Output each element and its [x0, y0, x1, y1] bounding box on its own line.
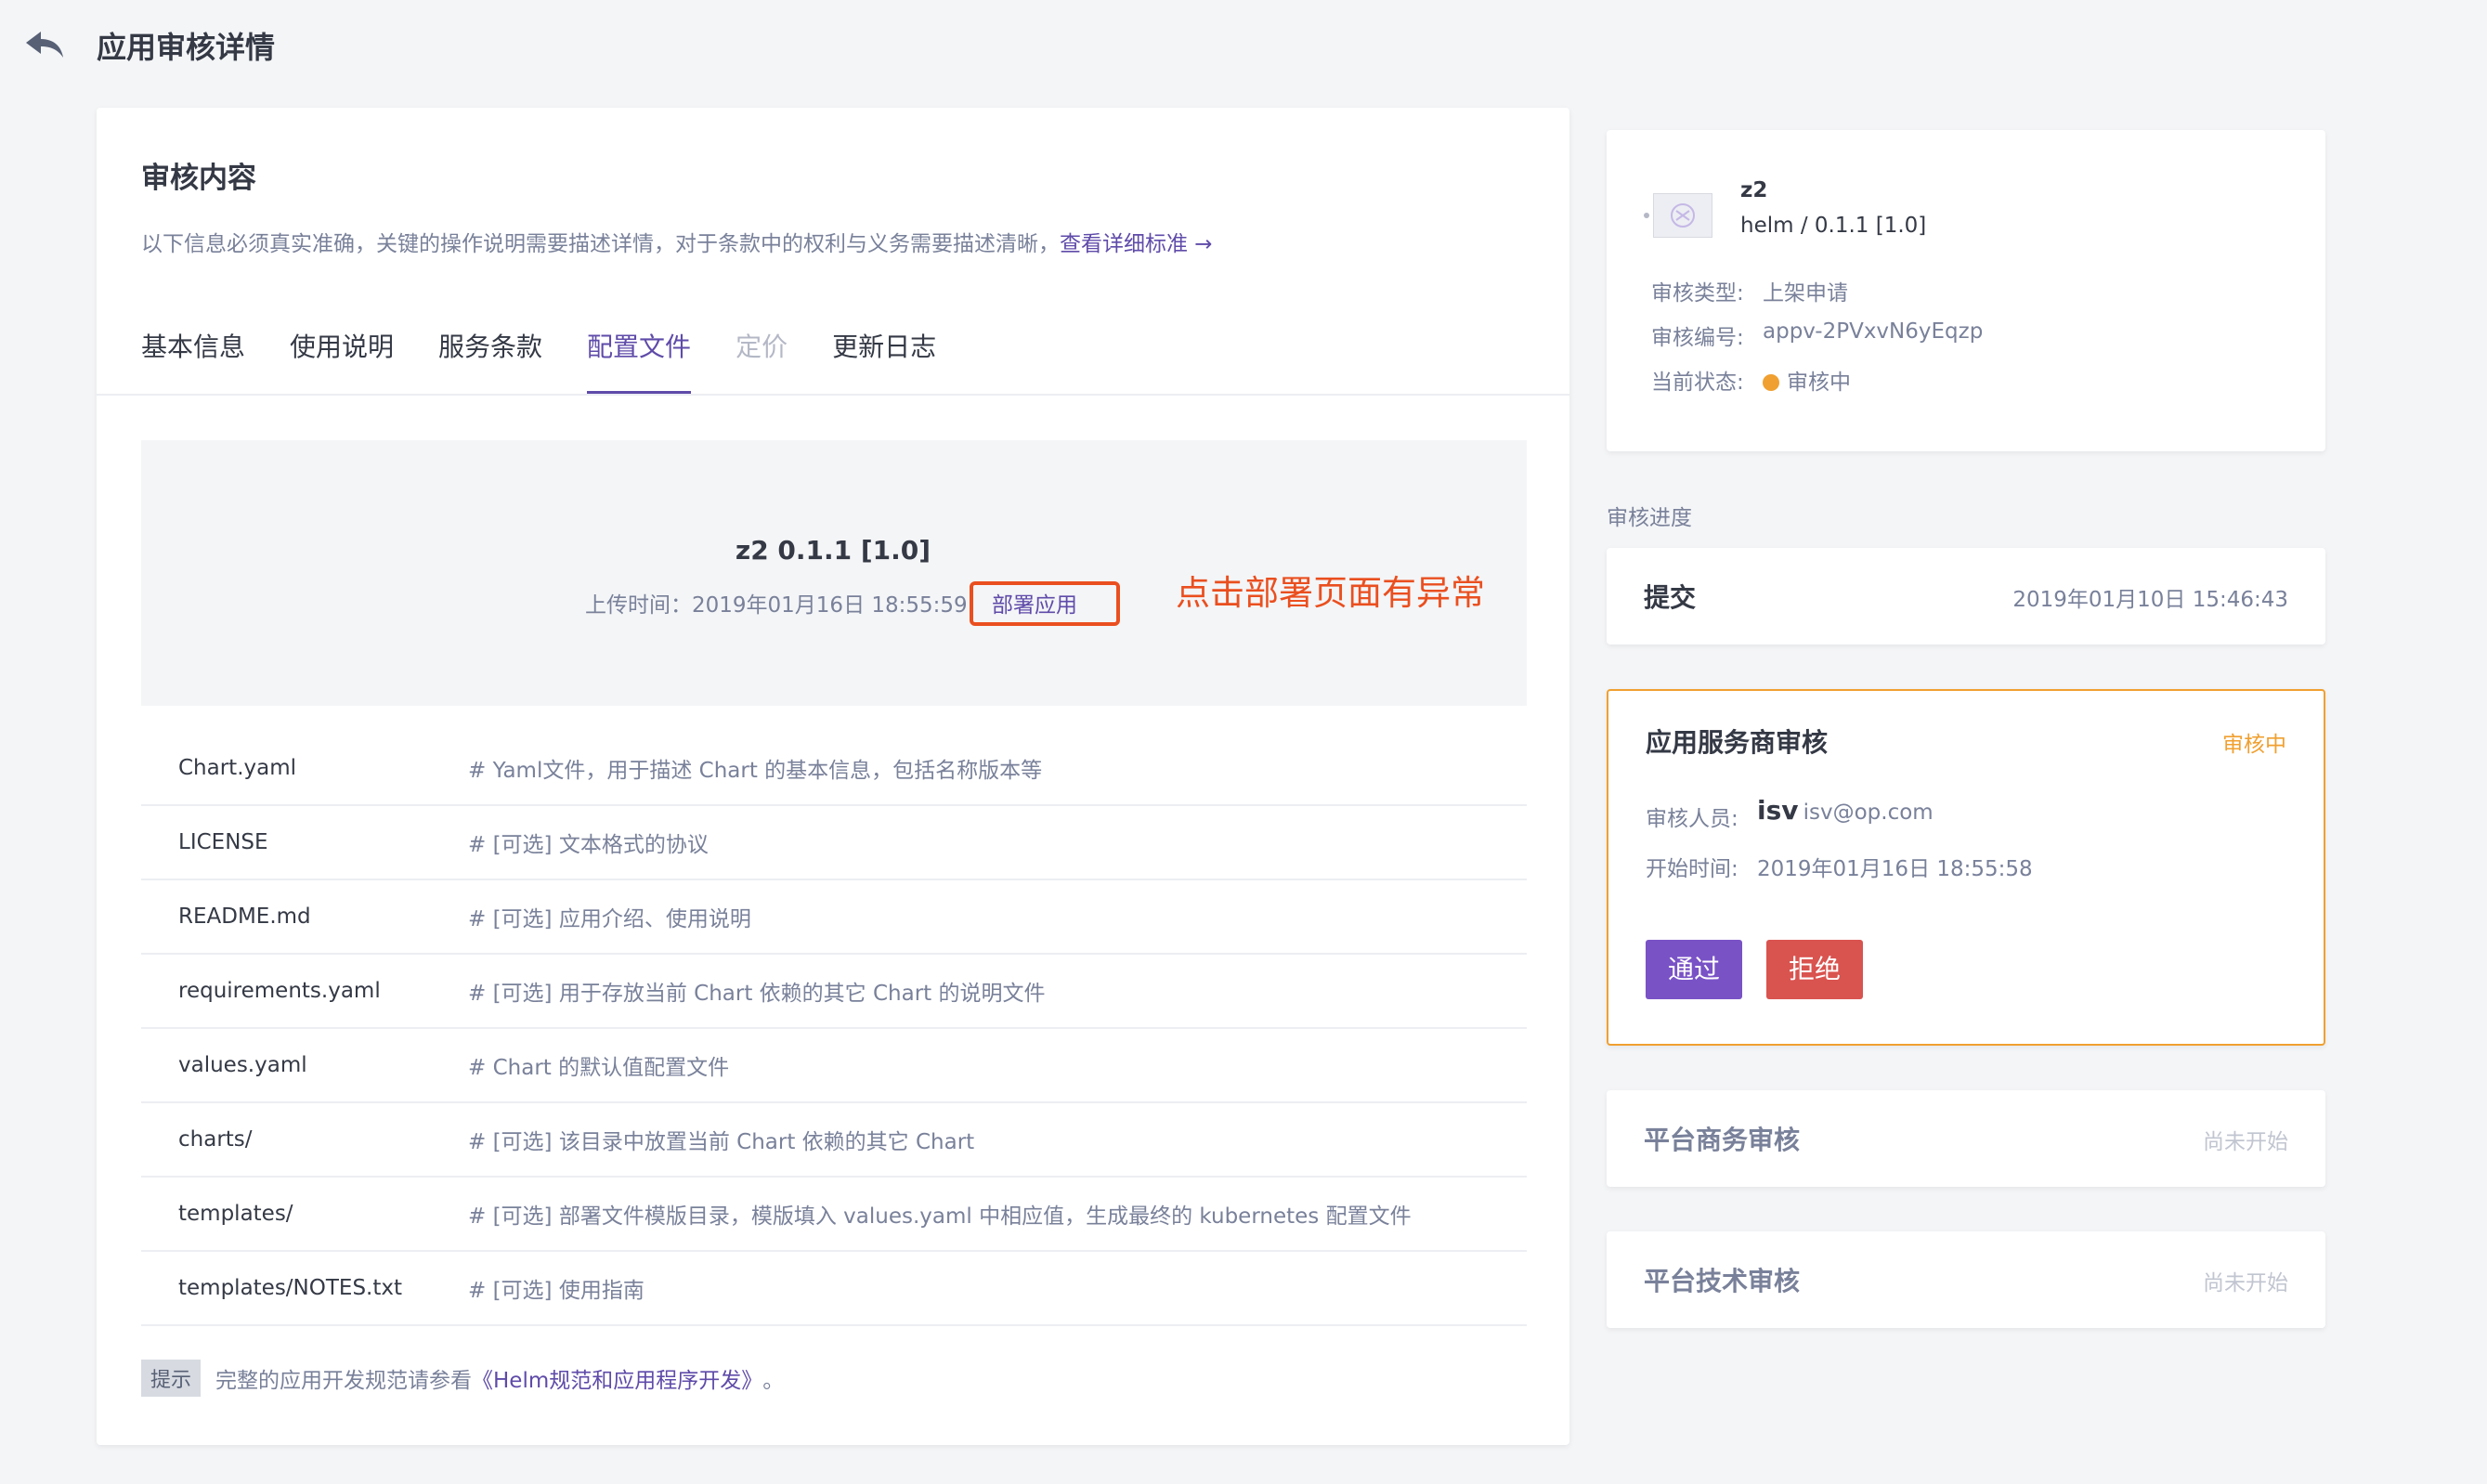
tab-basic-info[interactable]: 基本信息: [141, 329, 245, 394]
step-status: 尚未开始: [2203, 1271, 2288, 1295]
file-name: values.yaml: [178, 1053, 307, 1077]
file-row: LICENSE # [可选] 文本格式的协议: [141, 806, 1527, 880]
tab-config-files[interactable]: 配置文件: [587, 329, 692, 394]
file-row: Chart.yaml # Yaml文件，用于描述 Chart 的基本信息，包括名…: [141, 732, 1527, 806]
file-row: values.yaml # Chart 的默认值配置文件: [141, 1029, 1527, 1103]
review-type-label: 审核类型:: [1651, 281, 1744, 306]
app-icon: [1653, 193, 1712, 238]
file-description: # Chart 的默认值配置文件: [468, 1056, 730, 1080]
tab-pricing: 定价: [736, 332, 788, 362]
step-isv-review: 应用服务商审核 审核中 审核人员: isv isv@op.com 开始时间: 2…: [1607, 689, 2325, 1046]
reviewer: isv isv@op.com: [1757, 795, 1934, 826]
reviewer-email: isv@op.com: [1803, 801, 1934, 825]
file-description: # [可选] 部署文件模版目录，模版填入 values.yaml 中相应值，生成…: [468, 1204, 1412, 1229]
start-time-value: 2019年01月16日 18:55:58: [1757, 857, 2033, 881]
review-id-label: 审核编号:: [1651, 326, 1744, 350]
file-description: # Yaml文件，用于描述 Chart 的基本信息，包括名称版本等: [468, 759, 1043, 783]
tab-terms[interactable]: 服务条款: [438, 329, 542, 394]
step-status: 尚未开始: [2203, 1130, 2288, 1154]
file-description: # [可选] 用于存放当前 Chart 依赖的其它 Chart 的说明文件: [468, 982, 1046, 1006]
step-submit: 提交 2019年01月10日 15:46:43: [1607, 548, 2325, 644]
current-status-label: 当前状态:: [1651, 371, 1744, 395]
start-time-label: 开始时间:: [1646, 857, 1738, 881]
step-business-review: 平台商务审核 尚未开始: [1607, 1090, 2325, 1187]
description-text: 以下信息必须真实准确，关键的操作说明需要描述详情，对于条款中的权利与义务需要描述…: [141, 232, 1060, 256]
approve-button[interactable]: 通过: [1646, 940, 1742, 999]
step-name: 平台技术审核: [1644, 1266, 1801, 1296]
file-name: templates/NOTES.txt: [178, 1276, 403, 1300]
step-status: 审核中: [2222, 733, 2286, 757]
review-id-value: appv-2PVxvN6yEqzp: [1763, 319, 1984, 344]
app-icon-dot: [1644, 213, 1649, 218]
file-row: README.md # [可选] 应用介绍、使用说明: [141, 880, 1527, 955]
tab-bar: 基本信息 使用说明 服务条款 配置文件 定价 更新日志: [141, 329, 981, 394]
file-name: templates/: [178, 1202, 293, 1226]
tab-instructions[interactable]: 使用说明: [290, 329, 394, 394]
status-dot-icon: [1763, 374, 1779, 391]
step-name: 应用服务商审核: [1646, 727, 1829, 758]
app-version: helm / 0.1.1 [1.0]: [1740, 214, 1927, 238]
file-name: LICENSE: [178, 830, 268, 854]
annotation-note: 点击部署页面有异常: [1176, 573, 1485, 613]
file-row: templates/NOTES.txt # [可选] 使用指南: [141, 1252, 1527, 1326]
tip-badge: 提示: [141, 1360, 202, 1397]
step-tech-review: 平台技术审核 尚未开始: [1607, 1231, 2325, 1328]
step-time: 2019年01月10日 15:46:43: [2012, 588, 2288, 612]
step-name: 提交: [1644, 582, 1697, 613]
tab-changelog[interactable]: 更新日志: [832, 329, 936, 394]
tip-suffix: 。: [762, 1369, 785, 1393]
file-description: # [可选] 使用指南: [468, 1279, 645, 1303]
file-list: Chart.yaml # Yaml文件，用于描述 Chart 的基本信息，包括名…: [141, 732, 1527, 1326]
section-description: 以下信息必须真实准确，关键的操作说明需要描述详情，对于条款中的权利与义务需要描述…: [141, 228, 1213, 260]
reviewer-label: 审核人员:: [1646, 807, 1738, 831]
upload-time: 上传时间：2019年01月16日 18:55:59: [585, 593, 968, 618]
annotation-highlight-box: [970, 581, 1120, 626]
status-text: 审核中: [1787, 371, 1851, 395]
file-description: # [可选] 应用介绍、使用说明: [468, 907, 751, 931]
app-name: z2: [1740, 178, 1768, 202]
view-standards-link[interactable]: 查看详细标准 →: [1060, 232, 1213, 256]
file-description: # [可选] 该目录中放置当前 Chart 依赖的其它 Chart: [468, 1130, 975, 1154]
tip-line: 提示 完整的应用开发规范请参看 《Helm规范和应用程序开发》 。: [141, 1360, 784, 1397]
helm-spec-link[interactable]: 《Helm规范和应用程序开发》: [472, 1362, 762, 1394]
file-name: README.md: [178, 905, 311, 929]
current-status-value: 审核中: [1763, 364, 1851, 396]
progress-title: 审核进度: [1607, 506, 1692, 530]
tabs-divider: [97, 394, 1569, 396]
back-arrow-icon[interactable]: [24, 28, 65, 61]
step-name: 平台商务审核: [1644, 1125, 1801, 1155]
review-content-card: 审核内容 以下信息必须真实准确，关键的操作说明需要描述详情，对于条款中的权利与义…: [97, 108, 1569, 1445]
file-name: requirements.yaml: [178, 979, 381, 1003]
page-title: 应用审核详情: [97, 30, 276, 65]
file-description: # [可选] 文本格式的协议: [468, 833, 709, 857]
file-row: charts/ # [可选] 该目录中放置当前 Chart 依赖的其它 Char…: [141, 1103, 1527, 1178]
reviewer-name: isv: [1757, 795, 1799, 826]
tip-text: 完整的应用开发规范请参看: [215, 1369, 473, 1393]
section-title: 审核内容: [141, 162, 256, 195]
file-name: Chart.yaml: [178, 756, 297, 780]
app-info-card: z2 helm / 0.1.1 [1.0] 审核类型: 上架申请 审核编号: a…: [1607, 130, 2325, 451]
file-name: charts/: [178, 1127, 253, 1152]
reject-button[interactable]: 拒绝: [1766, 940, 1863, 999]
review-type-value: 上架申请: [1763, 281, 1848, 306]
file-row: templates/ # [可选] 部署文件模版目录，模版填入 values.y…: [141, 1178, 1527, 1252]
file-row: requirements.yaml # [可选] 用于存放当前 Chart 依赖…: [141, 955, 1527, 1029]
package-title: z2 0.1.1 [1.0]: [735, 535, 931, 566]
